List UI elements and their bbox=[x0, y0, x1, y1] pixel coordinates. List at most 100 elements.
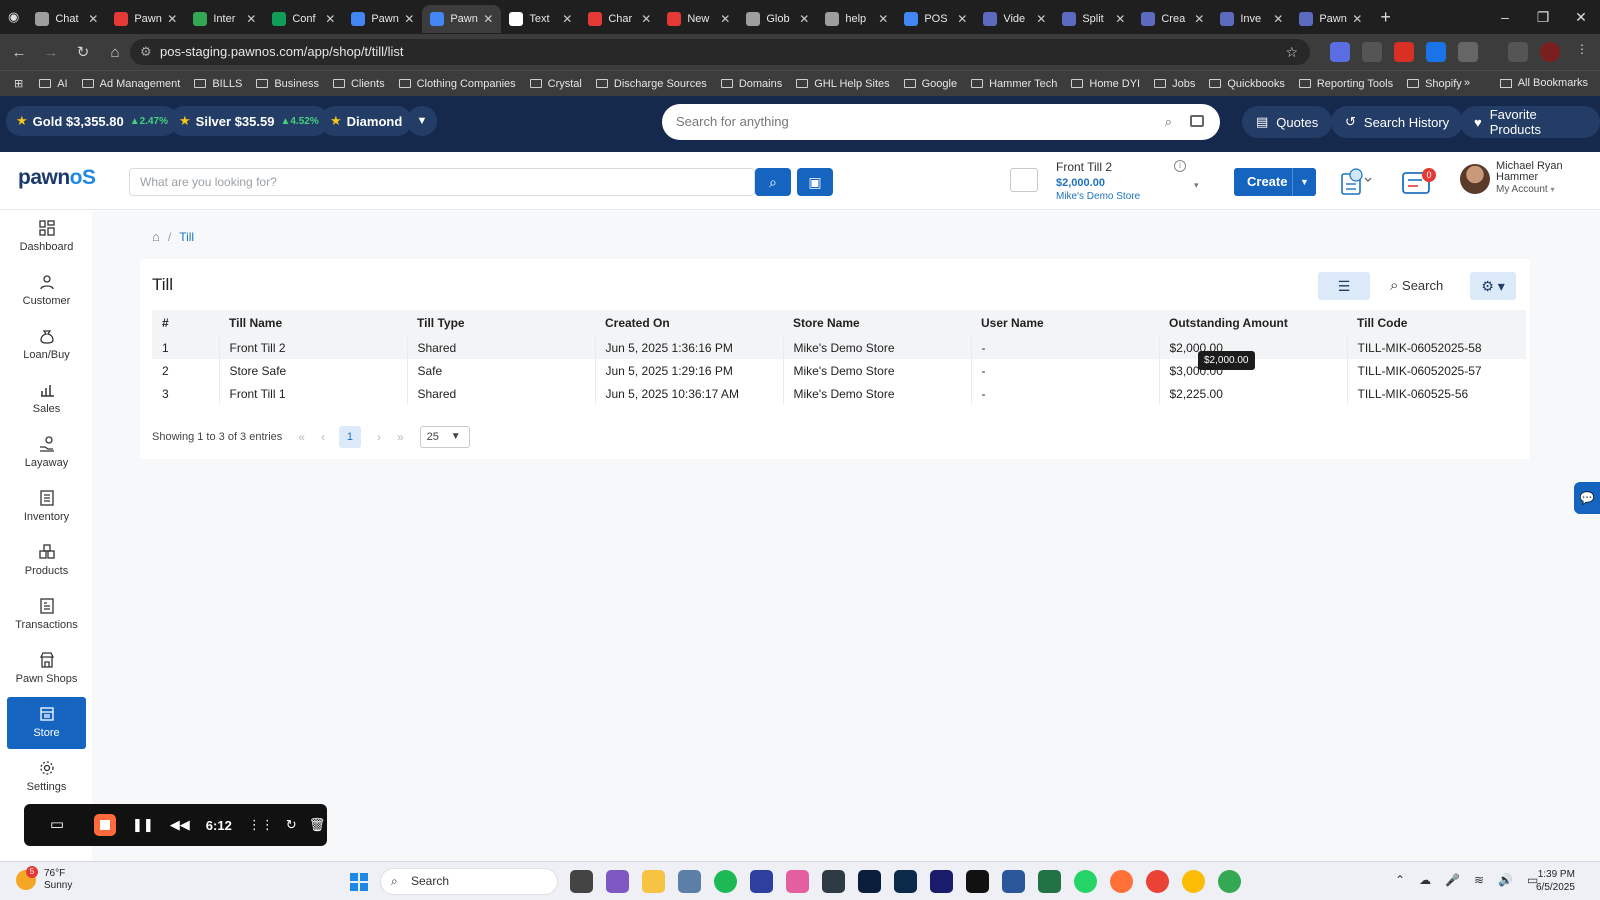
sidebar-item-transactions[interactable]: Transactions bbox=[7, 589, 86, 641]
breadcrumb-till[interactable]: Till bbox=[179, 230, 194, 244]
bookmark-folder[interactable]: Crystal bbox=[529, 78, 582, 90]
table-settings-button[interactable]: ⚙ ▾ bbox=[1470, 272, 1516, 300]
bookmark-folder[interactable]: Home DYI bbox=[1071, 78, 1140, 90]
profile-icon[interactable] bbox=[1540, 42, 1560, 62]
table-row[interactable]: 1 Front Till 2 Shared Jun 5, 2025 1:36:16 P… bbox=[152, 336, 1526, 359]
notifications-button[interactable]: 0 bbox=[1400, 166, 1436, 198]
sidebar-item-customer[interactable]: Customer bbox=[7, 265, 86, 317]
volume-icon[interactable]: 🔊 bbox=[1498, 873, 1513, 887]
column-header[interactable]: Till Type bbox=[407, 310, 595, 336]
column-header[interactable]: Store Name bbox=[783, 310, 971, 336]
bookmarks-overflow-icon[interactable]: » bbox=[1464, 77, 1470, 89]
bookmark-folder[interactable]: Business bbox=[256, 78, 319, 90]
table-row[interactable]: 2 Store Safe Safe Jun 5, 2025 1:29:16 PM Mik… bbox=[152, 359, 1526, 382]
create-dropdown-toggle[interactable]: ▼ bbox=[1292, 168, 1316, 196]
sidepanel-icon[interactable] bbox=[1508, 42, 1528, 62]
browser-menu-icon[interactable]: ◉ bbox=[8, 9, 19, 25]
close-tab-icon[interactable]: ✕ bbox=[404, 12, 414, 26]
column-header[interactable]: Outstanding Amount bbox=[1159, 310, 1347, 336]
search-button[interactable]: ⌕ bbox=[755, 168, 791, 196]
silver-price-chip[interactable]: ★ Silver $35.59 ▲4.52% bbox=[169, 106, 329, 136]
list-view-button[interactable]: ☰ bbox=[1318, 272, 1370, 300]
bookmark-star-icon[interactable]: ☆ bbox=[1285, 39, 1298, 65]
forward-button[interactable]: → bbox=[38, 44, 64, 61]
bookmark-folder[interactable]: Ad Management bbox=[81, 78, 180, 90]
browser-tab[interactable]: Chat ✕ bbox=[27, 5, 106, 33]
bookmark-folder[interactable]: Domains bbox=[720, 78, 782, 90]
close-window-button[interactable]: ✕ bbox=[1562, 0, 1600, 34]
microphone-icon[interactable]: 🎤 bbox=[1445, 873, 1460, 887]
browser-tab[interactable]: Glob ✕ bbox=[738, 5, 817, 33]
scan-button[interactable]: ▣ bbox=[797, 168, 833, 196]
create-button[interactable]: Create ▼ bbox=[1234, 168, 1316, 196]
current-page-button[interactable]: 1 bbox=[338, 426, 361, 448]
column-header[interactable]: # bbox=[152, 310, 219, 336]
sidebar-item-dashboard[interactable]: Dashboard bbox=[7, 211, 86, 263]
extension-icon[interactable] bbox=[1426, 42, 1446, 62]
browser-tab[interactable]: Text ✕ bbox=[501, 5, 580, 33]
restore-button[interactable]: ❐ bbox=[1524, 0, 1562, 34]
reload-button[interactable]: ↻ bbox=[70, 43, 96, 61]
puzzle-icon[interactable] bbox=[1458, 42, 1478, 62]
calculator-menu-button[interactable] bbox=[1338, 166, 1372, 198]
extension-icon[interactable] bbox=[1394, 42, 1414, 62]
close-tab-icon[interactable]: ✕ bbox=[878, 12, 888, 26]
stop-recording-button[interactable] bbox=[94, 814, 116, 836]
close-tab-icon[interactable]: ✕ bbox=[88, 12, 98, 26]
active-till-selector[interactable]: Front Till 2 $2,000.00 Mike's Demo Store… bbox=[1010, 160, 1210, 204]
search-history-button[interactable]: ↺ Search History bbox=[1331, 106, 1464, 138]
grid-icon[interactable]: ⋮⋮ bbox=[248, 817, 274, 833]
chrome-icon[interactable] bbox=[1182, 870, 1205, 893]
chrome-icon[interactable] bbox=[1146, 870, 1169, 893]
photoshop-icon[interactable] bbox=[858, 870, 881, 893]
chat-widget-button[interactable]: 💬 bbox=[1574, 482, 1600, 514]
rush-icon[interactable] bbox=[930, 870, 953, 893]
global-search-input[interactable]: Search for anything ⌕ bbox=[662, 104, 1220, 140]
site-info-icon[interactable]: ⚙ bbox=[140, 39, 152, 65]
column-header[interactable]: Till Code bbox=[1347, 310, 1526, 336]
gold-price-chip[interactable]: ★ Gold $3,355.80 ▲2.47% bbox=[6, 106, 178, 136]
bookmark-folder[interactable]: Quickbooks bbox=[1209, 78, 1285, 90]
bookmark-folder[interactable]: Clothing Companies bbox=[398, 78, 516, 90]
close-tab-icon[interactable]: ✕ bbox=[1036, 12, 1046, 26]
browser-tab[interactable]: Char ✕ bbox=[580, 5, 659, 33]
weather-widget[interactable]: 5 76°F Sunny bbox=[16, 866, 72, 892]
bookmark-folder[interactable]: Google bbox=[903, 78, 957, 90]
sidebar-item-settings[interactable]: Settings bbox=[7, 751, 86, 803]
diamond-chip[interactable]: ★ Diamond bbox=[320, 106, 413, 136]
sidebar-item-inventory[interactable]: Inventory bbox=[7, 481, 86, 533]
new-tab-button[interactable]: + bbox=[1380, 7, 1391, 28]
browser-tab[interactable]: Vide ✕ bbox=[975, 5, 1054, 33]
minimize-button[interactable]: – bbox=[1486, 0, 1524, 34]
close-tab-icon[interactable]: ✕ bbox=[246, 12, 256, 26]
browser-tab[interactable]: Inter ✕ bbox=[185, 5, 264, 33]
last-page-button[interactable]: » bbox=[397, 430, 404, 444]
snipping-tool-icon[interactable] bbox=[606, 870, 629, 893]
info-icon[interactable]: i bbox=[1174, 160, 1186, 172]
sidebar-item-sales[interactable]: Sales bbox=[7, 373, 86, 425]
pause-button[interactable]: ❚❚ bbox=[132, 817, 154, 833]
column-header[interactable]: User Name bbox=[971, 310, 1159, 336]
firefox-icon[interactable] bbox=[1110, 870, 1133, 893]
extension-icon[interactable] bbox=[1330, 42, 1350, 62]
browser-tab[interactable]: help ✕ bbox=[817, 5, 896, 33]
close-tab-icon[interactable]: ✕ bbox=[957, 12, 967, 26]
bookmark-folder[interactable]: Reporting Tools bbox=[1298, 78, 1393, 90]
excel-icon[interactable] bbox=[1038, 870, 1061, 893]
prev-page-button[interactable]: ‹ bbox=[321, 430, 325, 444]
table-search-button[interactable]: ⌕ Search bbox=[1390, 272, 1443, 300]
home-icon[interactable]: ⌂ bbox=[152, 229, 160, 244]
rewind-button[interactable]: ◀◀ bbox=[170, 817, 190, 833]
all-bookmarks[interactable]: All Bookmarks bbox=[1499, 77, 1588, 89]
favorite-products-button[interactable]: ♥ Favorite Products bbox=[1460, 106, 1600, 138]
browser-tab[interactable]: Pawn ✕ bbox=[343, 5, 422, 33]
chrome-icon[interactable] bbox=[1218, 870, 1241, 893]
browser-tab[interactable]: Crea ✕ bbox=[1133, 5, 1212, 33]
page-size-select[interactable]: 25 ▼ bbox=[419, 426, 470, 448]
home-button[interactable]: ⌂ bbox=[102, 44, 128, 61]
extension-icon[interactable] bbox=[1362, 42, 1382, 62]
table-row[interactable]: 3 Front Till 1 Shared Jun 5, 2025 10:36:17 … bbox=[152, 382, 1526, 405]
tray-overflow-icon[interactable]: ⌃ bbox=[1395, 873, 1405, 887]
davinci-icon[interactable] bbox=[822, 870, 845, 893]
bookmark-folder[interactable]: BILLS bbox=[194, 78, 242, 90]
